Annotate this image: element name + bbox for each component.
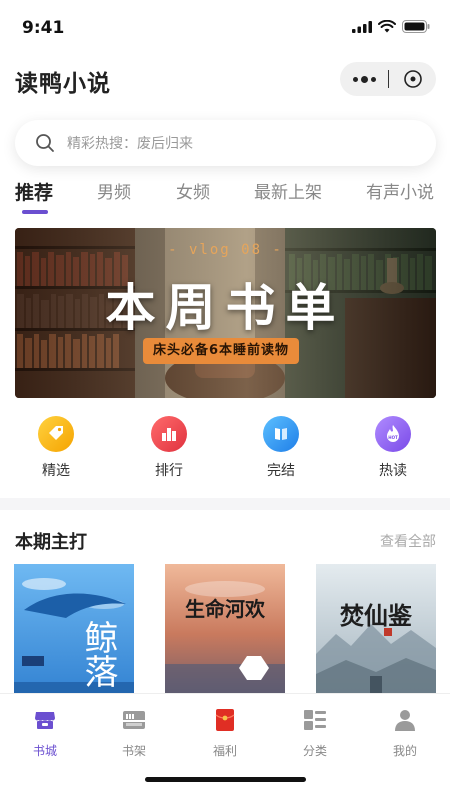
book-icon: [263, 416, 299, 452]
more-dot: [360, 75, 368, 83]
book-cover-art: 焚仙鉴: [316, 564, 436, 704]
nav-benefits[interactable]: 福利: [195, 708, 255, 759]
nav-categories[interactable]: 分类: [285, 708, 345, 759]
book-cover-title: 生命河欢: [185, 597, 266, 621]
ranking-icon: [151, 416, 187, 452]
book-cover[interactable]: 生命河欢: [165, 564, 285, 704]
tag-icon: [38, 416, 74, 452]
tab-male[interactable]: 男频: [97, 180, 131, 206]
search-icon: [36, 134, 54, 152]
more-dot: [370, 76, 376, 82]
shortcut-label: 精选: [42, 463, 70, 479]
search-bar[interactable]: 精彩热搜：废后归来: [15, 120, 436, 166]
battery-icon: [402, 20, 430, 33]
tab-new-releases[interactable]: 最新上架: [254, 180, 322, 206]
fire-icon: HOT: [375, 416, 411, 452]
nav-bookstore[interactable]: 书城: [15, 708, 75, 759]
nav-label: 福利: [212, 744, 237, 758]
close-button[interactable]: [389, 62, 436, 96]
status-time: 9:41: [22, 18, 65, 38]
close-circle-icon: [403, 70, 422, 88]
tab-audiobooks[interactable]: 有声小说: [366, 180, 434, 206]
category-icon: [304, 710, 326, 730]
shortcut-ranking[interactable]: 排行: [129, 416, 209, 480]
banner-subtitle: 床头必备6本睡前读物: [143, 338, 300, 364]
banner-title: 本周书单: [105, 279, 346, 337]
store-icon: [35, 712, 55, 729]
bottom-navigation: 书城 书架 福利 分类 我的: [0, 693, 450, 800]
shortcut-label: 热读: [379, 463, 407, 479]
shortcut-completed[interactable]: 完结: [241, 416, 321, 480]
section-title: 本期主打: [15, 532, 87, 553]
status-bar: 9:41: [0, 0, 450, 56]
tab-recommend[interactable]: 推荐: [15, 180, 53, 206]
nav-profile[interactable]: 我的: [375, 708, 435, 759]
book-cover[interactable]: 鲸落: [14, 564, 134, 704]
book-cover-art: 鲸落: [14, 564, 134, 704]
banner-tag: - vlog 08 -: [168, 242, 283, 258]
app-title: 读鸭小说: [15, 71, 111, 97]
shortcut-label: 排行: [155, 463, 183, 479]
wifi-icon: [378, 20, 396, 33]
view-all-link[interactable]: 查看全部: [380, 531, 436, 551]
home-indicator: [145, 777, 306, 782]
section-divider: [0, 498, 450, 510]
mini-program-capsule: [340, 62, 436, 96]
book-cover-art: 生命河欢: [165, 564, 285, 704]
hot-badge: HOT: [388, 435, 398, 440]
nav-label: 书城: [32, 744, 57, 758]
search-placeholder: 精彩热搜：废后归来: [67, 136, 193, 152]
bookshelf-icon: [123, 711, 145, 729]
nav-bookshelf[interactable]: 书架: [104, 708, 164, 759]
nav-label: 我的: [392, 744, 417, 758]
signal-icon: [352, 20, 372, 33]
shortcut-hot[interactable]: HOT 热读: [353, 416, 433, 480]
nav-label: 书架: [121, 744, 146, 758]
tab-female[interactable]: 女频: [176, 180, 210, 206]
promo-banner[interactable]: - vlog 08 - 本周书单 床头必备6本睡前读物: [15, 228, 436, 398]
nav-label: 分类: [302, 744, 327, 758]
shortcut-label: 完结: [267, 463, 295, 479]
category-tabs: 推荐 男频 女频 最新上架 有声小说: [0, 180, 450, 220]
seal-stamp: [384, 628, 392, 636]
more-dot: [352, 76, 358, 82]
more-button[interactable]: [340, 62, 388, 96]
active-tab-indicator: [22, 210, 48, 214]
book-cover[interactable]: 焚仙鉴: [316, 564, 436, 704]
user-icon: [395, 710, 415, 731]
shortcut-featured[interactable]: 精选: [16, 416, 96, 480]
book-cover-title: 鲸落: [78, 620, 118, 688]
red-packet-icon: [215, 709, 235, 731]
status-icons: [352, 20, 430, 33]
book-cover-title: 焚仙鉴: [340, 601, 413, 630]
